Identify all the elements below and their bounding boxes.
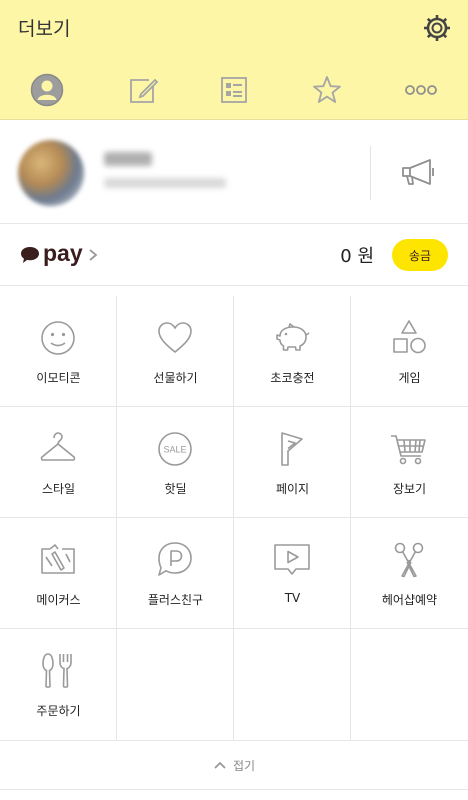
menu-label: 게임: [398, 371, 421, 385]
menu-item-shopping[interactable]: 장보기: [351, 407, 468, 518]
gear-icon[interactable]: [421, 12, 453, 44]
plusfriend-icon: [158, 542, 192, 576]
menu-item-game[interactable]: 게임: [351, 296, 468, 407]
menu-label: 선물하기: [153, 371, 198, 385]
tab-bar: [0, 64, 468, 116]
menu-item-style[interactable]: 스타일: [0, 407, 117, 518]
tab-more[interactable]: [396, 68, 446, 112]
menu-label: 페이지: [275, 482, 310, 496]
avatar[interactable]: [18, 140, 84, 206]
grid-divider: [233, 296, 234, 740]
menu-item-page[interactable]: 페이지: [234, 407, 351, 518]
edit-icon: [130, 78, 159, 103]
makers-icon: [41, 544, 75, 574]
profile-section[interactable]: [0, 120, 468, 224]
svg-text:SALE: SALE: [163, 445, 186, 455]
grid-divider: [0, 517, 468, 518]
scissors-icon: [394, 542, 424, 578]
menu-item-emoticon[interactable]: 이모티콘: [0, 296, 117, 407]
divider: [370, 146, 371, 200]
emoticon-icon: [41, 321, 75, 355]
send-money-button[interactable]: 송금: [392, 239, 448, 271]
chevron-up-icon: [214, 761, 226, 769]
page-icon: [281, 432, 303, 466]
menu-item-hotdeal[interactable]: SALE 핫딜: [117, 407, 234, 518]
shapes-icon: [393, 320, 426, 354]
grid-divider: [116, 296, 117, 740]
menu-label: 장보기: [392, 482, 427, 496]
page-title: 더보기: [18, 18, 71, 40]
piggybank-icon: [276, 323, 310, 351]
header: 더보기: [0, 0, 468, 120]
tab-profile[interactable]: [22, 68, 72, 112]
star-icon: [313, 76, 341, 103]
tab-list[interactable]: [209, 68, 259, 112]
pay-balance: 0 원: [340, 246, 374, 267]
utensils-icon: [42, 653, 72, 688]
menu-item-gift[interactable]: 선물하기: [117, 296, 234, 407]
megaphone-icon[interactable]: [399, 156, 439, 190]
grid-divider: [0, 406, 468, 407]
menu-item-choco[interactable]: 초코충전: [234, 296, 351, 407]
menu-label: TV: [284, 591, 301, 605]
grid-divider: [350, 296, 351, 740]
tab-favorites[interactable]: [302, 68, 352, 112]
cart-icon: [391, 435, 426, 465]
menu-item-tv[interactable]: TV: [234, 518, 351, 629]
heart-icon: [158, 322, 192, 354]
list-icon: [221, 77, 247, 103]
hanger-icon: [40, 432, 76, 461]
profile-status-blurred: [104, 178, 226, 188]
menu-label: 초코충전: [270, 371, 315, 385]
sale-icon: SALE: [158, 432, 192, 466]
ellipsis-icon: [405, 85, 437, 95]
menu-label: 주문하기: [36, 704, 81, 718]
profile-name-blurred: [104, 152, 152, 166]
chevron-right-icon[interactable]: [86, 245, 100, 265]
menu-item-hairshop[interactable]: 헤어샵예약: [351, 518, 468, 629]
tv-icon: [274, 544, 310, 575]
menu-label: 메이커스: [36, 593, 81, 607]
menu-label: 핫딜: [164, 482, 187, 496]
person-icon: [30, 73, 64, 107]
menu-label: 스타일: [41, 482, 76, 496]
pay-section: pay 0 원 송금: [0, 224, 468, 286]
menu-label: 헤어샵예약: [381, 593, 438, 607]
menu-grid: 이모티콘 선물하기 초코충전 게임 스타일 SALE 핫딜 페이지 장보기 메이…: [0, 296, 468, 740]
collapse-label: 접기: [232, 758, 256, 773]
pay-brand: pay: [43, 239, 83, 266]
tab-note[interactable]: [118, 68, 168, 112]
speech-bubble-icon: [21, 247, 39, 263]
menu-item-plusfriend[interactable]: 플러스친구: [117, 518, 234, 629]
menu-item-order[interactable]: 주문하기: [0, 629, 117, 740]
menu-label: 이모티콘: [36, 371, 81, 385]
grid-divider: [0, 628, 468, 629]
collapse-button[interactable]: 접기: [0, 740, 468, 790]
menu-item-makers[interactable]: 메이커스: [0, 518, 117, 629]
pay-logo[interactable]: pay: [20, 239, 83, 269]
menu-label: 플러스친구: [147, 593, 204, 607]
